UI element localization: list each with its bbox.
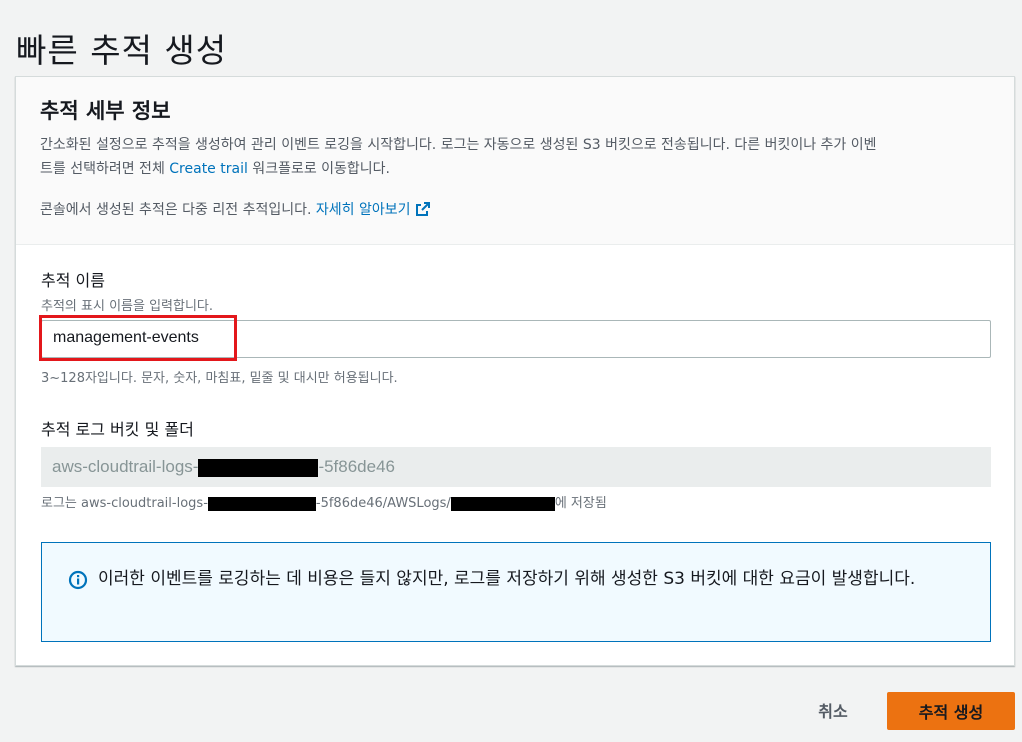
panel-description: 간소화된 설정으로 추적을 생성하여 관리 이벤트 로깅을 시작합니다. 로그는… (40, 133, 990, 181)
bucket-label: 추적 로그 버킷 및 폴더 (41, 420, 194, 439)
info-alert: 이러한 이벤트를 로깅하는 데 비용은 들지 않지만, 로그를 저장하기 위해 … (41, 542, 991, 642)
bucket-path-middle: -5f86de46/AWSLogs/ (315, 496, 451, 511)
trail-name-constraint: 3~128자입니다. 문자, 숫자, 마침표, 밑줄 및 대시만 허용됩니다. (41, 371, 398, 386)
multiregion-note: 콘솔에서 생성된 추적은 다중 리전 추적입니다. 자세히 알아보기 (40, 199, 990, 219)
bucket-value-suffix: -5f86de46 (318, 457, 396, 476)
trail-name-description: 추적의 표시 이름을 입력합니다. (41, 299, 214, 314)
trail-name-input[interactable]: management-events (41, 320, 991, 358)
cancel-button[interactable]: 취소 (800, 692, 866, 728)
bucket-value-prefix: aws-cloudtrail-logs- (52, 457, 199, 476)
redacted-block (198, 458, 319, 477)
redacted-block (207, 496, 316, 511)
learn-more-link[interactable]: 자세히 알아보기 (316, 202, 431, 218)
panel-title: 추적 세부 정보 (40, 99, 171, 123)
learn-more-label: 자세히 알아보기 (315, 202, 411, 218)
page-title: 빠른 추적 생성 (16, 31, 228, 71)
info-text: 이러한 이벤트를 로깅하는 데 비용은 들지 않지만, 로그를 저장하기 위해 … (98, 569, 916, 589)
bucket-path-suffix: 에 저장됨 (554, 496, 607, 511)
bucket-input: aws-cloudtrail-logs- -5f86de46 (41, 447, 991, 487)
panel-header: 추적 세부 정보 간소화된 설정으로 추적을 생성하여 관리 이벤트 로깅을 시… (16, 77, 1014, 245)
multiregion-text: 콘솔에서 생성된 추적은 다중 리전 추적입니다. (40, 202, 316, 218)
trail-details-panel: 추적 세부 정보 간소화된 설정으로 추적을 생성하여 관리 이벤트 로깅을 시… (15, 76, 1015, 666)
bucket-path-prefix: 로그는 aws-cloudtrail-logs- (41, 496, 208, 511)
description-line-2-prefix: 트를 선택하려면 전체 (40, 161, 170, 177)
description-line-2-suffix: 워크플로로 이동합니다. (247, 161, 391, 177)
create-trail-link[interactable]: Create trail (169, 161, 248, 177)
trail-name-label: 추적 이름 (41, 271, 105, 290)
info-icon (68, 570, 88, 590)
redacted-block (450, 496, 555, 511)
external-link-icon (415, 202, 430, 216)
create-trail-button[interactable]: 추적 생성 (887, 692, 1015, 730)
bucket-path: 로그는 aws-cloudtrail-logs- -5f86de46/AWSLog… (41, 492, 607, 511)
description-line-1: 간소화된 설정으로 추적을 생성하여 관리 이벤트 로깅을 시작합니다. 로그는… (40, 137, 877, 153)
